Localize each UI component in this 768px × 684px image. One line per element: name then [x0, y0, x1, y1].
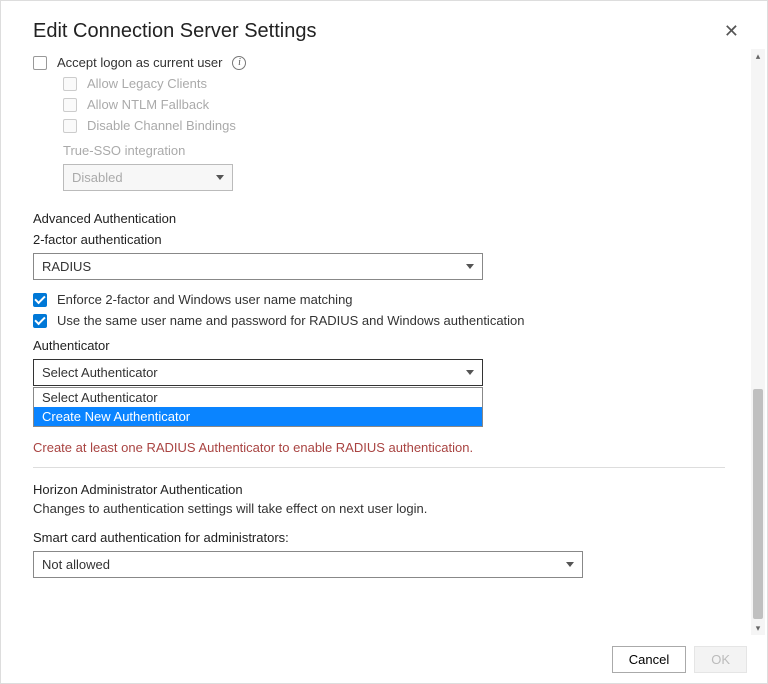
scrollbar[interactable]: ▴ ▾	[751, 49, 765, 635]
true-sso-select[interactable]: Disabled	[63, 164, 233, 191]
allow-legacy-label: Allow Legacy Clients	[87, 76, 207, 91]
dialog-body: Accept logon as current user i Allow Leg…	[1, 49, 749, 635]
enforce-matching-label: Enforce 2-factor and Windows user name m…	[57, 292, 353, 307]
advanced-auth-heading: Advanced Authentication	[33, 211, 725, 226]
allow-legacy-checkbox	[63, 77, 77, 91]
disable-channel-checkbox	[63, 119, 77, 133]
disable-channel-label: Disable Channel Bindings	[87, 118, 236, 133]
allow-ntlm-checkbox	[63, 98, 77, 112]
authenticator-label: Authenticator	[33, 338, 725, 353]
chevron-down-icon	[216, 175, 224, 180]
smartcard-value: Not allowed	[42, 557, 110, 572]
true-sso-label: True-SSO integration	[63, 143, 725, 158]
same-credentials-label: Use the same user name and password for …	[57, 313, 525, 328]
dialog-footer: Cancel OK	[1, 635, 767, 683]
chevron-down-icon	[466, 370, 474, 375]
cancel-button[interactable]: Cancel	[612, 646, 686, 673]
two-factor-select[interactable]: RADIUS	[33, 253, 483, 280]
horizon-note: Changes to authentication settings will …	[33, 501, 725, 516]
scrollbar-thumb[interactable]	[753, 389, 763, 619]
allow-ntlm-label: Allow NTLM Fallback	[87, 97, 209, 112]
authenticator-select[interactable]: Select Authenticator	[33, 359, 483, 386]
accept-logon-label: Accept logon as current user	[57, 55, 222, 70]
chevron-down-icon	[566, 562, 574, 567]
two-factor-label: 2-factor authentication	[33, 232, 725, 247]
accept-logon-checkbox[interactable]	[33, 56, 47, 70]
scroll-down-arrow-icon[interactable]: ▾	[751, 621, 765, 635]
radius-warning: Create at least one RADIUS Authenticator…	[33, 440, 725, 455]
horizon-admin-heading: Horizon Administrator Authentication	[33, 482, 725, 497]
true-sso-value: Disabled	[72, 170, 123, 185]
enforce-matching-checkbox[interactable]	[33, 293, 47, 307]
smartcard-select[interactable]: Not allowed	[33, 551, 583, 578]
chevron-down-icon	[466, 264, 474, 269]
authenticator-option-create[interactable]: Create New Authenticator	[34, 407, 482, 426]
dialog-title: Edit Connection Server Settings	[33, 20, 317, 43]
smartcard-label: Smart card authentication for administra…	[33, 530, 725, 545]
close-icon[interactable]: ✕	[720, 17, 743, 46]
authenticator-dropdown: Select Authenticator Create New Authenti…	[33, 387, 483, 427]
ok-button: OK	[694, 646, 747, 673]
two-factor-value: RADIUS	[42, 259, 91, 274]
info-icon[interactable]: i	[232, 56, 246, 70]
divider	[33, 467, 725, 468]
same-credentials-checkbox[interactable]	[33, 314, 47, 328]
scroll-up-arrow-icon[interactable]: ▴	[751, 49, 765, 63]
authenticator-option-select[interactable]: Select Authenticator	[34, 388, 482, 407]
authenticator-value: Select Authenticator	[42, 365, 158, 380]
